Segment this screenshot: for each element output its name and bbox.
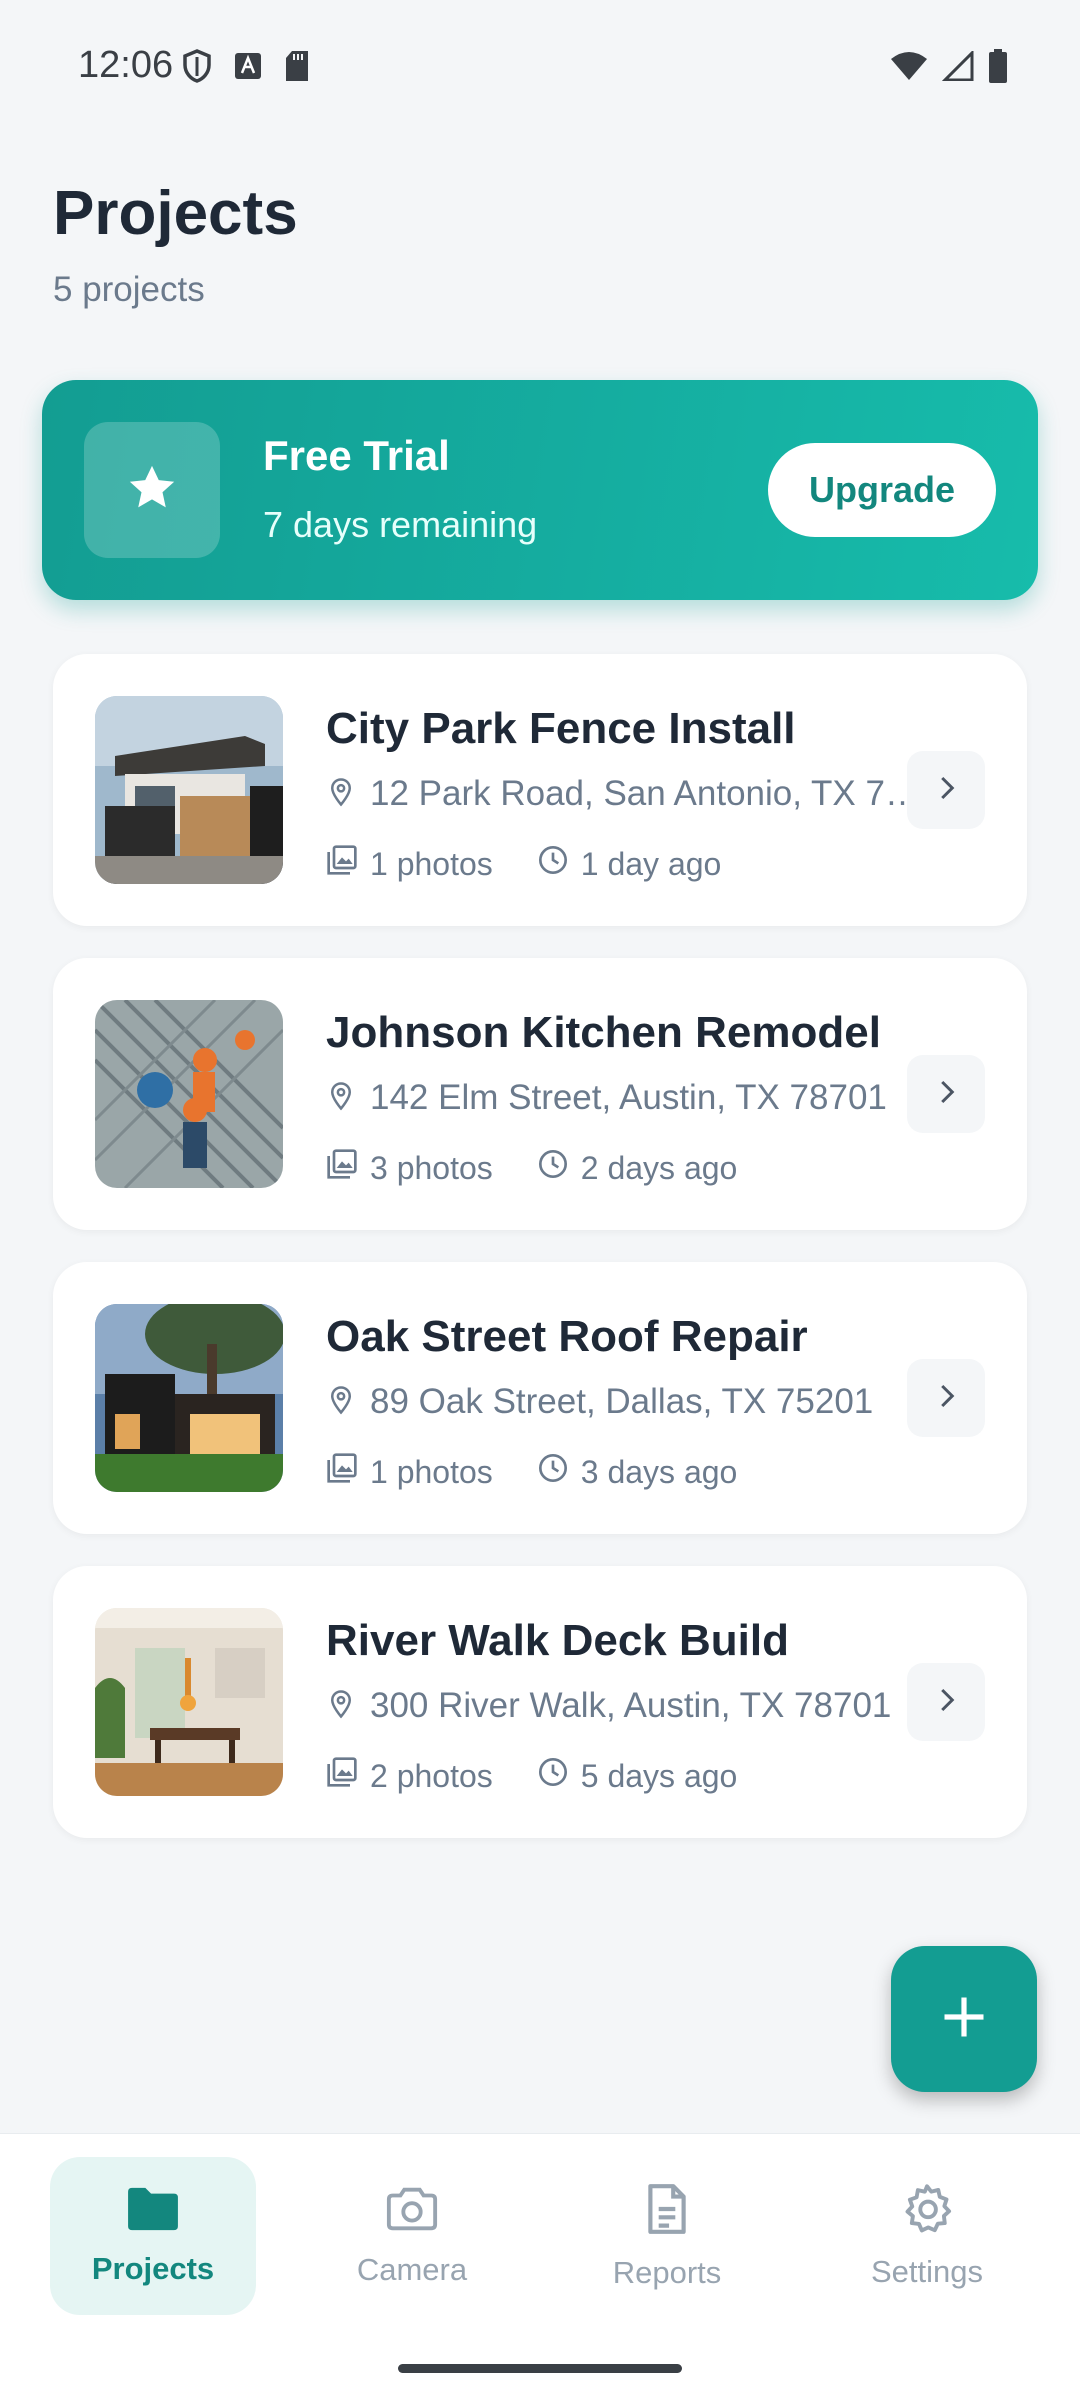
nav-label: Settings <box>870 2253 983 2289</box>
project-meta: 2 photos 5 days ago <box>326 1756 737 1796</box>
status-time: 12:06 <box>78 44 174 86</box>
nav-tab-reports[interactable]: Reports <box>564 2157 770 2315</box>
signal-icon <box>941 49 974 86</box>
chevron-right-icon <box>931 773 961 808</box>
shield-icon <box>182 49 212 88</box>
photo-count-text: 3 photos <box>370 1149 493 1186</box>
nav-tab-camera[interactable]: Camera <box>309 2157 515 2315</box>
address-text: 89 Oak Street, Dallas, TX 75201 <box>370 1382 874 1421</box>
keyboard-a-icon <box>234 52 262 85</box>
battery-icon <box>988 49 1008 88</box>
plus-icon <box>938 1991 990 2048</box>
chevron-right-icon <box>931 1381 961 1416</box>
photo-count: 3 photos <box>326 1148 493 1188</box>
project-thumbnail <box>95 696 283 884</box>
trial-icon-box <box>84 422 220 558</box>
add-project-button[interactable] <box>891 1946 1037 2092</box>
project-title: Johnson Kitchen Remodel <box>326 1008 881 1057</box>
project-card[interactable]: Johnson Kitchen Remodel 142 Elm Street, … <box>53 958 1027 1230</box>
open-project-button[interactable] <box>907 1055 985 1133</box>
camera-icon <box>385 2185 439 2238</box>
open-project-button[interactable] <box>907 1663 985 1741</box>
open-project-button[interactable] <box>907 751 985 829</box>
nav-label: Camera <box>356 2251 468 2287</box>
photo-library-icon <box>326 1452 358 1492</box>
clock-icon <box>537 1148 569 1188</box>
updated-time-text: 1 day ago <box>580 845 722 882</box>
open-project-button[interactable] <box>907 1359 985 1437</box>
photo-count: 1 photos <box>326 1452 493 1492</box>
address-text: 300 River Walk, Austin, TX 78701 <box>370 1686 892 1725</box>
project-meta: 3 photos 2 days ago <box>326 1148 737 1188</box>
updated-time: 3 days ago <box>537 1452 738 1492</box>
free-trial-banner: Free Trial 7 days remaining Upgrade <box>42 380 1038 600</box>
location-pin-icon <box>326 775 356 814</box>
photo-library-icon <box>326 1756 358 1796</box>
folder-icon <box>126 2186 180 2237</box>
document-icon <box>644 2182 690 2241</box>
status-icons-right <box>890 49 1008 88</box>
status-bar: 12:06 <box>0 0 1080 135</box>
location-pin-icon <box>326 1383 356 1422</box>
updated-time: 2 days ago <box>537 1148 738 1188</box>
trial-days-remaining: 7 days remaining <box>263 504 538 545</box>
bottom-navigation: Projects Camera Reports Settings <box>0 2133 1080 2401</box>
project-thumbnail <box>95 1000 283 1188</box>
sd-card-icon <box>284 50 310 87</box>
project-meta: 1 photos 3 days ago <box>326 1452 737 1492</box>
clock-icon <box>537 1756 569 1796</box>
photo-library-icon <box>326 844 358 884</box>
updated-time-text: 5 days ago <box>580 1757 738 1794</box>
project-count: 5 projects <box>53 270 205 309</box>
project-card[interactable]: Oak Street Roof Repair 89 Oak Street, Da… <box>53 1262 1027 1534</box>
page-title: Projects <box>53 179 298 248</box>
home-indicator[interactable] <box>398 2364 682 2373</box>
nav-tab-settings[interactable]: Settings <box>824 2157 1030 2315</box>
project-address: 89 Oak Street, Dallas, TX 75201 <box>326 1382 936 1422</box>
wifi-icon <box>890 51 928 86</box>
photo-count-text: 2 photos <box>370 1757 493 1794</box>
clock-icon <box>537 844 569 884</box>
photo-count: 1 photos <box>326 844 493 884</box>
updated-time: 5 days ago <box>537 1756 738 1796</box>
project-card[interactable]: City Park Fence Install 12 Park Road, Sa… <box>53 654 1027 926</box>
chevron-right-icon <box>931 1685 961 1720</box>
updated-time-text: 2 days ago <box>580 1149 738 1186</box>
project-thumbnail <box>95 1304 283 1492</box>
project-address: 300 River Walk, Austin, TX 78701 <box>326 1686 936 1726</box>
gear-icon <box>901 2183 953 2240</box>
photo-library-icon <box>326 1148 358 1188</box>
trial-title: Free Trial <box>263 432 450 479</box>
photo-count: 2 photos <box>326 1756 493 1796</box>
nav-tab-projects[interactable]: Projects <box>50 2157 256 2315</box>
updated-time: 1 day ago <box>537 844 722 884</box>
clock-icon <box>537 1452 569 1492</box>
upgrade-button[interactable]: Upgrade <box>768 443 996 537</box>
status-icons-left <box>182 49 310 88</box>
photo-count-text: 1 photos <box>370 845 493 882</box>
location-pin-icon <box>326 1687 356 1726</box>
project-address: 12 Park Road, San Antonio, TX 78205 <box>326 774 936 814</box>
location-pin-icon <box>326 1079 356 1118</box>
photo-count-text: 1 photos <box>370 1453 493 1490</box>
project-meta: 1 photos 1 day ago <box>326 844 721 884</box>
updated-time-text: 3 days ago <box>580 1453 738 1490</box>
project-title: River Walk Deck Build <box>326 1616 789 1665</box>
project-title: Oak Street Roof Repair <box>326 1312 808 1361</box>
project-address: 142 Elm Street, Austin, TX 78701 <box>326 1078 936 1118</box>
project-title: City Park Fence Install <box>326 704 796 753</box>
star-icon <box>124 460 180 521</box>
nav-label: Reports <box>612 2254 722 2290</box>
nav-label: Projects <box>91 2250 215 2286</box>
chevron-right-icon <box>931 1077 961 1112</box>
project-card[interactable]: River Walk Deck Build 300 River Walk, Au… <box>53 1566 1027 1838</box>
project-thumbnail <box>95 1608 283 1796</box>
address-text: 142 Elm Street, Austin, TX 78701 <box>370 1078 887 1117</box>
address-text: 12 Park Road, San Antonio, TX 78205 <box>370 774 930 813</box>
